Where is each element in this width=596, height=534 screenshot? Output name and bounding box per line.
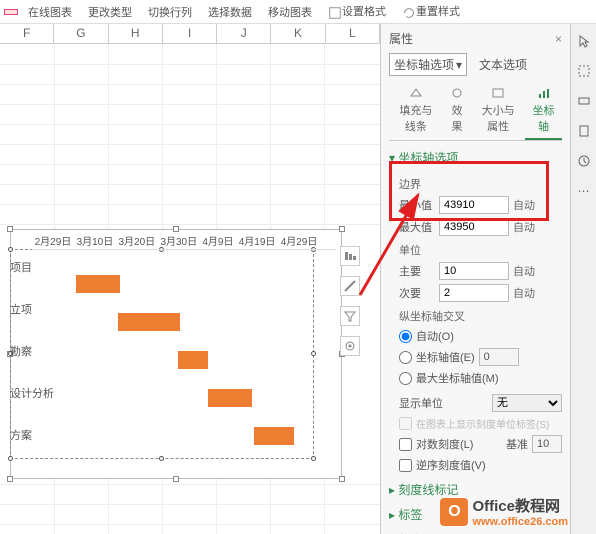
section-axis-options[interactable]: 坐标轴选项 xyxy=(389,149,562,166)
watermark: O Office教程网 www.office26.com xyxy=(440,495,568,528)
chart-elements-icon[interactable] xyxy=(340,246,360,266)
chevron-down-icon: ▾ xyxy=(456,58,462,72)
major-label: 主要 xyxy=(399,263,435,279)
cross-value-input xyxy=(479,348,519,366)
subtab-axis[interactable]: 坐标轴 xyxy=(525,82,562,140)
col-header-j[interactable]: J xyxy=(217,24,271,43)
auto-label: 自动 xyxy=(513,285,535,301)
cross-value-radio[interactable] xyxy=(399,351,412,364)
row-label: 项目 xyxy=(10,259,54,275)
col-header-k[interactable]: K xyxy=(271,24,325,43)
col-header-f[interactable]: F xyxy=(0,24,54,43)
ribbon-online-chart[interactable]: 在线图表 xyxy=(22,2,78,22)
min-input[interactable] xyxy=(439,196,509,214)
close-icon[interactable]: × xyxy=(555,32,562,46)
ribbon-reset-style[interactable]: 重置样式 xyxy=(396,1,466,21)
ribbon-move-chart[interactable]: 移动图表 xyxy=(262,2,318,22)
ribbon-set-format[interactable]: 设置格式 xyxy=(322,1,392,21)
shape-icon[interactable] xyxy=(575,92,593,110)
tab-text-options[interactable]: 文本选项 xyxy=(475,53,531,76)
subtab-size[interactable]: 大小与属性 xyxy=(471,82,525,140)
log-base-label: 基准 xyxy=(506,436,528,452)
gantt-bar[interactable] xyxy=(118,313,180,331)
chart-style-icon[interactable] xyxy=(340,276,360,296)
subtab-effect[interactable]: 效果 xyxy=(443,82,472,140)
watermark-badge: O xyxy=(440,498,468,526)
reverse-label: 逆序刻度值(V) xyxy=(416,457,486,473)
chart-filter-icon[interactable] xyxy=(340,306,360,326)
reverse-check[interactable] xyxy=(399,459,412,472)
display-unit-select[interactable]: 无 xyxy=(492,394,562,412)
spreadsheet-area: F G H I J K L xyxy=(0,24,380,534)
row-label: 方案 xyxy=(10,427,54,443)
display-unit-label: 显示单位 xyxy=(399,395,443,411)
chart-settings-icon[interactable] xyxy=(340,336,360,356)
ribbon-format-btn[interactable] xyxy=(4,9,18,15)
chart-side-tools xyxy=(340,246,360,356)
log-scale-check[interactable] xyxy=(399,438,412,451)
auto-label: 自动 xyxy=(513,197,535,213)
cross-max-label: 最大坐标轴值(M) xyxy=(416,370,499,386)
col-header-h[interactable]: H xyxy=(109,24,163,43)
cross-auto-label: 自动(O) xyxy=(416,328,454,344)
max-input[interactable] xyxy=(439,218,509,236)
log-scale-label: 对数刻度(L) xyxy=(416,436,473,452)
cross-max-radio[interactable] xyxy=(399,372,412,385)
row-label: 立项 xyxy=(10,301,54,317)
col-header-g[interactable]: G xyxy=(54,24,108,43)
auto-label: 自动 xyxy=(513,263,535,279)
watermark-url: www.office26.com xyxy=(472,516,568,528)
select-icon[interactable] xyxy=(575,62,593,80)
cross-label: 纵坐标轴交叉 xyxy=(399,308,562,324)
cross-auto-radio[interactable] xyxy=(399,330,412,343)
ribbon-change-type[interactable]: 更改类型 xyxy=(82,2,138,22)
cursor-icon[interactable] xyxy=(575,32,593,50)
show-unit-check xyxy=(399,417,412,430)
ribbon-switch-rowcol[interactable]: 切换行列 xyxy=(142,2,198,22)
gantt-bar[interactable] xyxy=(178,351,208,369)
max-label: 最大值 xyxy=(399,219,435,235)
gantt-bar[interactable] xyxy=(208,389,252,407)
min-label: 最小值 xyxy=(399,197,435,213)
gantt-bar[interactable] xyxy=(76,275,120,293)
tab-axis-options[interactable]: 坐标轴选项▾ xyxy=(389,53,467,76)
properties-panel: 属性 × 坐标轴选项▾ 文本选项 填充与线条 效果 大小与属性 坐标轴 坐标轴选… xyxy=(380,24,570,534)
unit-label: 单位 xyxy=(399,242,562,258)
minor-label: 次要 xyxy=(399,285,435,301)
backup-icon[interactable] xyxy=(575,152,593,170)
col-header-i[interactable]: I xyxy=(163,24,217,43)
row-label: 设计分析 xyxy=(10,385,54,401)
ribbon-bar: 在线图表 更改类型 切换行列 选择数据 移动图表 设置格式 重置样式 xyxy=(0,0,596,24)
panel-title: 属性 xyxy=(389,30,413,47)
tool-icon[interactable]: ⋯ xyxy=(575,182,593,200)
chart-y-axis: 项目 立项 勘察 设计分析 方案 xyxy=(10,259,54,443)
cross-value-label: 坐标轴值(E) xyxy=(416,349,475,365)
bounds-label: 边界 xyxy=(399,176,562,192)
right-toolbar: ⋯ xyxy=(570,24,596,534)
log-base-input xyxy=(532,435,562,453)
watermark-title: Office教程网 xyxy=(472,498,560,515)
major-input[interactable] xyxy=(439,262,509,280)
gantt-chart[interactable]: 2月29日 3月10日 3月20日 3月30日 4月9日 4月19日 4月29日… xyxy=(10,229,342,479)
auto-label: 自动 xyxy=(513,219,535,235)
ribbon-select-data[interactable]: 选择数据 xyxy=(202,2,258,22)
minor-input[interactable] xyxy=(439,284,509,302)
show-unit-label: 在图表上显示刻度单位标签(S) xyxy=(416,416,549,431)
column-headers: F G H I J K L xyxy=(0,24,380,44)
gantt-bar[interactable] xyxy=(254,427,294,445)
col-header-l[interactable]: L xyxy=(326,24,380,43)
clipboard-icon[interactable] xyxy=(575,122,593,140)
subtab-fill[interactable]: 填充与线条 xyxy=(389,82,443,140)
row-label: 勘察 xyxy=(10,343,54,359)
